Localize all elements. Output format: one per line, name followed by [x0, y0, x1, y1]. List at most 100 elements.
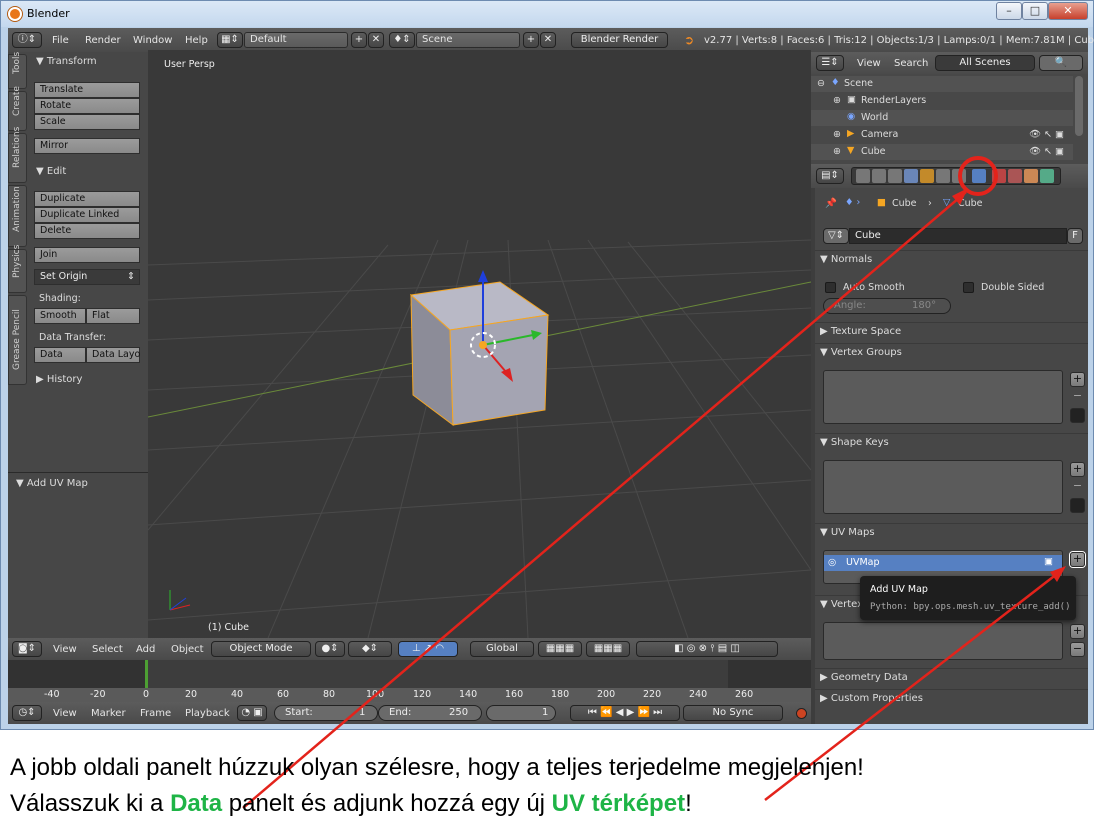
add-shape-key-button[interactable]: +	[1070, 462, 1085, 477]
vp-menu-select[interactable]: Select	[92, 644, 123, 655]
tab-grease-pencil[interactable]: Grease Pencil	[8, 295, 27, 385]
outliner-row-scene[interactable]: ⊖ ♦ Scene	[811, 76, 1073, 92]
material-tab-icon[interactable]	[992, 169, 1006, 183]
shape-key-menu-button[interactable]	[1070, 498, 1085, 513]
rotate-button[interactable]: Rotate	[34, 98, 140, 114]
menu-render[interactable]: Render	[85, 35, 121, 46]
uv-map-row[interactable]: ◎ UVMap ▣	[824, 555, 1062, 571]
scene-icon[interactable]: ♦⇕	[389, 32, 415, 48]
uv-maps-panel-header[interactable]: ▼ UV Maps	[815, 523, 1088, 542]
particles-tab-icon[interactable]	[1024, 169, 1038, 183]
layout-field[interactable]: Default	[244, 32, 348, 48]
fake-user-button[interactable]: F	[1067, 228, 1083, 244]
remove-shape-key-button[interactable]: −	[1070, 480, 1085, 495]
screen-layout-icon[interactable]: ▦⇕	[217, 32, 243, 48]
minimize-button[interactable]: –	[996, 2, 1022, 20]
transform-orientation-select[interactable]: Global	[470, 641, 534, 657]
tl-menu-frame[interactable]: Frame	[140, 708, 171, 719]
start-frame-field[interactable]: Start: 1	[274, 705, 378, 721]
outliner-view-menu[interactable]: View	[857, 58, 881, 69]
3d-viewport[interactable]: User Persp (1) Cube	[148, 50, 811, 638]
render-tab-icon[interactable]	[856, 169, 870, 183]
physics-tab-icon[interactable]	[1040, 169, 1054, 183]
mesh-name-field[interactable]: Cube	[849, 228, 1067, 244]
duplicate-linked-button[interactable]: Duplicate Linked	[34, 207, 140, 223]
render-layers-tab-icon[interactable]	[872, 169, 886, 183]
scale-button[interactable]: Scale	[34, 114, 140, 130]
expand-icon[interactable]: ⊕	[833, 95, 841, 106]
render-toggle-icon[interactable]: ▣	[1044, 556, 1053, 567]
outliner-row-camera[interactable]: ⊕ ▶ Camera 👁 ↖ ▣	[811, 127, 1073, 143]
operator-panel-title[interactable]: ▼ Add UV Map	[16, 478, 88, 489]
scene-field[interactable]: Scene	[416, 32, 520, 48]
visibility-icons[interactable]: 👁 ↖ ▣	[1029, 146, 1064, 157]
playback-controls[interactable]: ⏮ ⏪ ◀ ▶ ⏩ ⏭	[570, 705, 680, 721]
object-mode-select[interactable]: Object Mode	[211, 641, 311, 657]
remove-vertex-group-button[interactable]: −	[1070, 390, 1085, 405]
remove-vertex-color-button[interactable]: −	[1070, 642, 1085, 657]
smooth-button[interactable]: Smooth	[34, 308, 86, 324]
editor-type-info-icon[interactable]: ⓘ⇕	[12, 32, 42, 48]
sync-mode-select[interactable]: No Sync	[683, 705, 783, 721]
add-layout-icon[interactable]: +	[351, 32, 367, 48]
modifiers-tab-icon[interactable]	[952, 169, 966, 183]
flat-button[interactable]: Flat	[86, 308, 140, 324]
outliner-row-cube[interactable]: ⊕ ▼ Cube 👁 ↖ ▣	[811, 144, 1073, 160]
tab-create[interactable]: Create	[8, 86, 27, 131]
edit-panel-title[interactable]: ▼ Edit	[36, 166, 66, 177]
snap-render-icons[interactable]: ◧ ◎ ⊗ ⫯ ▤ ◫	[636, 641, 778, 657]
add-vertex-group-button[interactable]: +	[1070, 372, 1085, 387]
data-tab-icon[interactable]	[972, 169, 986, 183]
custom-properties-panel-header[interactable]: ▶ Custom Properties	[815, 689, 1088, 708]
editor-type-outliner-icon[interactable]: ☰⇕	[816, 55, 844, 71]
timeline-ruler[interactable]: -40 -20 0 20 40 60 80 100 120 140 160 18…	[8, 688, 811, 702]
remove-layout-icon[interactable]: ✕	[368, 32, 384, 48]
tl-menu-view[interactable]: View	[53, 708, 77, 719]
tab-relations[interactable]: Relations	[8, 127, 27, 183]
mirror-button[interactable]: Mirror	[34, 138, 140, 154]
timeline-area[interactable]	[8, 660, 811, 688]
render-engine-select[interactable]: Blender Render	[571, 32, 668, 48]
normals-panel-header[interactable]: ▼ Normals	[815, 250, 1088, 269]
menu-window[interactable]: Window	[133, 35, 172, 46]
layers-grid-2[interactable]: ▦▦▦	[586, 641, 630, 657]
vertex-group-menu-button[interactable]	[1070, 408, 1085, 423]
editor-type-properties-icon[interactable]: ▤⇕	[816, 168, 844, 184]
outliner-row-renderlayers[interactable]: ⊕ ▣ RenderLayers	[811, 93, 1073, 109]
shading-mode-icon[interactable]: ●⇕	[315, 641, 345, 657]
keying-icons[interactable]: ◔ ▣	[237, 705, 267, 721]
tab-tools[interactable]: Tools	[8, 52, 27, 89]
record-icon[interactable]	[796, 708, 807, 719]
manipulator-icons[interactable]: ⊥ ↗ ◠	[398, 641, 458, 657]
vp-menu-object[interactable]: Object	[171, 644, 204, 655]
tab-physics[interactable]: Physics	[8, 245, 27, 293]
add-scene-icon[interactable]: +	[523, 32, 539, 48]
double-sided-checkbox[interactable]	[963, 282, 974, 293]
object-tab-icon[interactable]	[920, 169, 934, 183]
editor-type-timeline-icon[interactable]: ◷⇕	[12, 705, 42, 721]
vertex-colors-list[interactable]	[823, 622, 1063, 660]
duplicate-button[interactable]: Duplicate	[34, 191, 140, 207]
expand-icon[interactable]: ⊕	[833, 146, 841, 157]
close-button[interactable]: ✕	[1048, 2, 1088, 20]
add-vertex-color-button[interactable]: +	[1070, 624, 1085, 639]
editor-type-3d-icon[interactable]: ◙⇕	[12, 641, 42, 657]
menu-help[interactable]: Help	[185, 35, 208, 46]
constraints-tab-icon[interactable]	[936, 169, 950, 183]
shape-keys-panel-header[interactable]: ▼ Shape Keys	[815, 433, 1088, 452]
menu-file[interactable]: File	[52, 35, 69, 46]
world-tab-icon[interactable]	[904, 169, 918, 183]
outliner-search-field[interactable]: 🔍	[1039, 55, 1083, 71]
pin-icon[interactable]: 📌	[825, 198, 837, 209]
layers-grid-1[interactable]: ▦▦▦	[538, 641, 582, 657]
display-mode-select[interactable]: All Scenes	[935, 55, 1035, 71]
z-arrow-head[interactable]	[478, 270, 488, 282]
auto-smooth-checkbox[interactable]	[825, 282, 836, 293]
vertex-groups-panel-header[interactable]: ▼ Vertex Groups	[815, 343, 1088, 362]
vertex-groups-list[interactable]	[823, 370, 1063, 424]
history-panel-title[interactable]: ▶ History	[36, 374, 82, 385]
set-origin-select[interactable]: Set Origin ⇕	[34, 269, 140, 285]
tab-animation[interactable]: Animation	[8, 185, 27, 247]
expand-icon[interactable]: ⊖	[817, 78, 825, 89]
texture-space-panel-header[interactable]: ▶ Texture Space	[815, 322, 1088, 341]
